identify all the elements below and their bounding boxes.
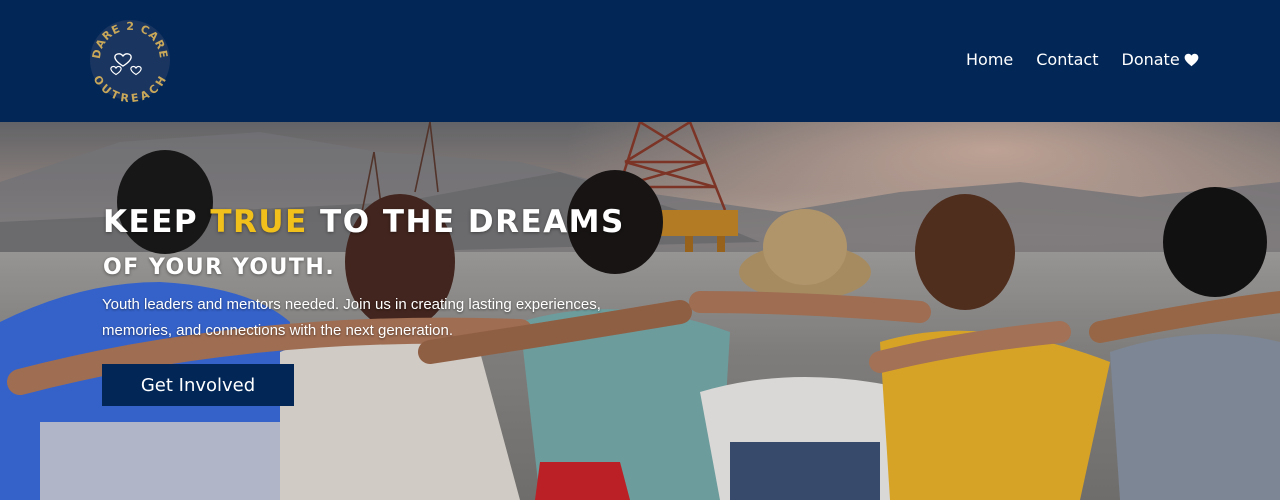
nav-contact-link[interactable]: Contact — [1036, 49, 1098, 71]
headline-part2: TO THE DREAMS — [307, 204, 625, 240]
nav-donate-label: Donate — [1121, 50, 1180, 69]
get-involved-button[interactable]: Get Involved — [102, 364, 294, 406]
hero-description: Youth leaders and mentors needed. Join u… — [102, 296, 601, 339]
hero-banner: KEEP TRUE TO THE DREAMS OF YOUR YOUTH. Y… — [0, 122, 1280, 500]
nav-home-label: Home — [966, 50, 1014, 69]
nav-donate-link[interactable]: Donate — [1122, 49, 1199, 71]
site-header: DARE 2 CARE OUTREACH Home Contact Donate — [0, 0, 1280, 122]
nav-home-link[interactable]: Home — [966, 49, 1013, 71]
headline-accent: TRUE — [210, 204, 308, 240]
logo-emblem-icon: DARE 2 CARE OUTREACH — [90, 20, 170, 105]
hero-headline: KEEP TRUE TO THE DREAMS — [103, 204, 625, 240]
main-nav: Home Contact Donate — [966, 49, 1199, 71]
heart-icon — [1184, 53, 1199, 67]
hero-subheadline: OF YOUR YOUTH. — [103, 255, 336, 280]
headline-part1: KEEP — [103, 204, 211, 240]
nav-contact-label: Contact — [1036, 50, 1099, 69]
logo[interactable]: DARE 2 CARE OUTREACH — [86, 16, 174, 105]
